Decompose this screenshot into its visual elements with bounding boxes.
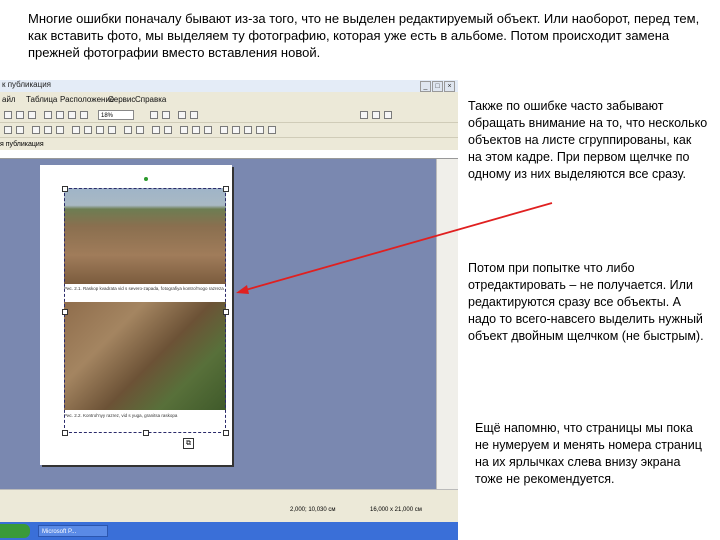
note-page-numbers: Ещё напомню, что страницы мы пока не нум…	[475, 421, 702, 486]
note-editing: Потом при попытке что либо отредактирова…	[468, 261, 704, 343]
arrow-head	[236, 285, 249, 294]
note-grouping: Также по ошибке часто забывают обращать …	[468, 99, 708, 181]
